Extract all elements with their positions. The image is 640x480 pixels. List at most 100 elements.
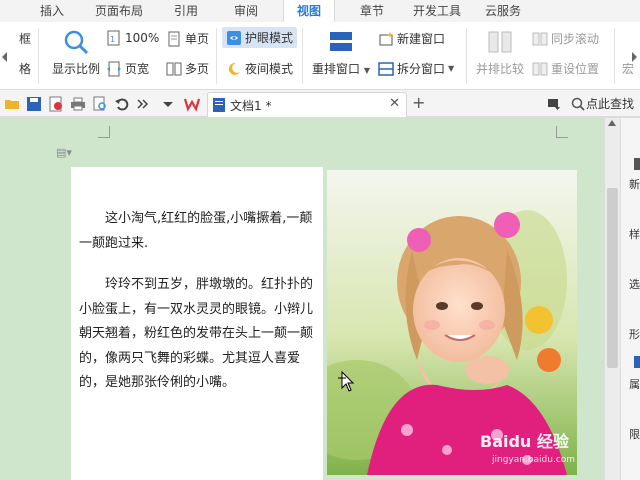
new-style-icon[interactable] — [634, 158, 640, 170]
scrollbar-thumb[interactable] — [607, 188, 618, 368]
rearrange-windows-icon — [327, 28, 355, 56]
tab-chapter[interactable]: 章节 — [350, 0, 394, 22]
paragraph-2[interactable]: 玲玲不到五岁，胖墩墩的。红扑扑的小脸蛋上，有一双水灵灵的眼镜。小辫儿朝天翘着，粉… — [79, 273, 319, 396]
multi-page-button[interactable]: 多页 — [166, 60, 209, 77]
night-mode-label: 夜间模式 — [245, 62, 294, 76]
ribbon-separator — [466, 28, 467, 84]
export-pdf-icon[interactable] — [48, 96, 64, 112]
night-mode-button[interactable]: 夜间模式 — [226, 60, 293, 77]
zoom-100-button[interactable]: 1 100% — [106, 30, 159, 46]
multi-page-icon — [166, 61, 182, 77]
eye-protect-button[interactable]: 护眼模式 — [222, 27, 298, 48]
split-window-button[interactable]: 拆分窗口 ▼ — [378, 60, 454, 77]
view-ribbon: 框 格 显示比例 1 100% 页宽 单页 多页 护眼模式 夜间模式 重排窗口 … — [0, 22, 640, 90]
new-window-label: 新建窗口 — [397, 32, 446, 46]
tab-review[interactable]: 审阅 — [224, 0, 268, 22]
zoom-display-button[interactable]: 显示比例 — [50, 28, 102, 77]
text-column[interactable]: 这小淘气,红红的脸蛋,小嘴撅着,一颠一颠跑过来. 玲玲不到五岁，胖墩墩的。红扑扑… — [71, 167, 323, 480]
close-icon[interactable]: ✕ — [389, 96, 400, 111]
move-cursor-icon — [336, 370, 356, 397]
rearrange-windows-label: 重排窗口 — [312, 62, 361, 76]
paragraph-1[interactable]: 这小淘气,红红的脸蛋,小嘴撅着,一颠一颠跑过来. — [79, 207, 319, 256]
page-width-button[interactable]: 页宽 — [106, 60, 149, 77]
macro-button[interactable]: 宏 — [618, 60, 638, 77]
reset-position-label: 重设位置 — [551, 62, 600, 76]
zoom-display-label: 显示比例 — [51, 62, 100, 76]
sync-scroll-label: 同步滚动 — [551, 32, 600, 46]
ribbon-separator — [614, 28, 615, 84]
document-icon — [212, 97, 228, 113]
eye-protect-label: 护眼模式 — [245, 31, 294, 45]
ribbon-separator — [302, 28, 303, 84]
save-icon[interactable] — [26, 96, 42, 112]
new-window-icon — [378, 31, 394, 47]
scroll-up-icon[interactable] — [608, 120, 616, 126]
task-pane: 新 样 选 形 属 限 — [620, 118, 640, 480]
ribbon-separator — [216, 28, 217, 84]
customize-dropdown-icon[interactable] — [160, 96, 176, 112]
dropdown-arrow-icon: ▼ — [448, 64, 455, 73]
baidu-watermark: Baidu 经验 — [480, 432, 569, 451]
grid-icon — [10, 61, 16, 77]
page-width-icon — [106, 61, 122, 77]
split-window-icon — [378, 61, 394, 77]
ribbon-partial-bottom-label: 格 — [19, 62, 32, 76]
rearrange-windows-button[interactable]: 重排窗口 ▼ — [310, 28, 372, 77]
reset-position-button[interactable]: 重设位置 — [532, 60, 599, 77]
ribbon-partial-bottom[interactable]: 格 — [10, 60, 31, 77]
wps-logo-icon[interactable] — [183, 96, 201, 112]
open-folder-icon[interactable] — [4, 96, 20, 112]
macro-label: 宏 — [621, 62, 634, 76]
ribbon-scroll-right-icon[interactable] — [632, 52, 637, 62]
magnifier-icon — [62, 28, 90, 56]
document-area[interactable]: ▤▾ 这小淘气,红红的脸蛋,小嘴撅着,一颠一颠跑过来. 玲玲不到五岁，胖墩墩的。… — [0, 118, 604, 480]
tab-page-layout[interactable]: 页面布局 — [88, 0, 150, 22]
zoom-page-icon: 1 — [106, 30, 122, 46]
tab-list-icon[interactable] — [546, 96, 562, 112]
ribbon-partial-top-label: 框 — [19, 32, 32, 46]
ribbon-scroll-left-icon[interactable] — [2, 52, 7, 62]
search-icon[interactable] — [570, 96, 586, 112]
undo-icon[interactable] — [114, 96, 130, 112]
side-item-select[interactable]: 选 — [629, 276, 640, 292]
svg-text:1: 1 — [110, 35, 115, 44]
paragraph-mark-icon[interactable]: ▤▾ — [56, 146, 72, 159]
tab-developer-tools[interactable]: 开发工具 — [404, 0, 470, 22]
vertical-scrollbar[interactable] — [604, 118, 620, 480]
side-by-side-icon — [486, 28, 514, 56]
tab-cloud-services[interactable]: 云服务 — [478, 0, 528, 22]
side-by-side-button[interactable]: 并排比较 — [474, 28, 526, 77]
multi-page-label: 多页 — [185, 62, 210, 76]
page-corner-mark — [556, 126, 568, 138]
more-commands-icon[interactable] — [134, 96, 150, 112]
new-window-button[interactable]: 新建窗口 — [378, 30, 445, 47]
properties-icon[interactable] — [634, 356, 640, 368]
side-item-properties[interactable]: 属 — [629, 376, 640, 392]
ribbon-partial-top[interactable]: 框 — [10, 30, 31, 47]
print-preview-icon[interactable] — [92, 96, 108, 112]
side-item-shape[interactable]: 形 — [629, 326, 640, 342]
tab-view[interactable]: 视图 — [283, 0, 335, 22]
sync-scroll-icon — [532, 31, 548, 47]
reset-position-icon — [532, 61, 548, 77]
document-tab[interactable]: 文档1 * ✕ — [207, 92, 407, 117]
side-item-restrict[interactable]: 限 — [629, 426, 640, 442]
moon-icon — [226, 61, 242, 77]
single-page-button[interactable]: 单页 — [166, 30, 209, 47]
dropdown-arrow-icon: ▼ — [363, 66, 370, 75]
side-item-style[interactable]: 样 — [629, 226, 640, 242]
zoom-100-label: 100% — [125, 31, 160, 45]
side-item-new[interactable]: 新 — [629, 176, 640, 192]
print-icon[interactable] — [70, 96, 86, 112]
new-tab-icon[interactable]: + — [412, 95, 428, 111]
page-width-label: 页宽 — [125, 62, 150, 76]
page-corner-mark — [98, 126, 110, 138]
tab-insert[interactable]: 插入 — [30, 0, 74, 22]
search-label[interactable]: 点此查找 — [586, 95, 634, 112]
tab-references[interactable]: 引用 — [164, 0, 208, 22]
single-page-label: 单页 — [185, 32, 210, 46]
sync-scroll-button[interactable]: 同步滚动 — [532, 30, 599, 47]
ribbon-separator — [38, 28, 39, 84]
baidu-watermark-url: jingyan.baidu.com — [492, 455, 576, 465]
side-by-side-label: 并排比较 — [475, 62, 524, 76]
